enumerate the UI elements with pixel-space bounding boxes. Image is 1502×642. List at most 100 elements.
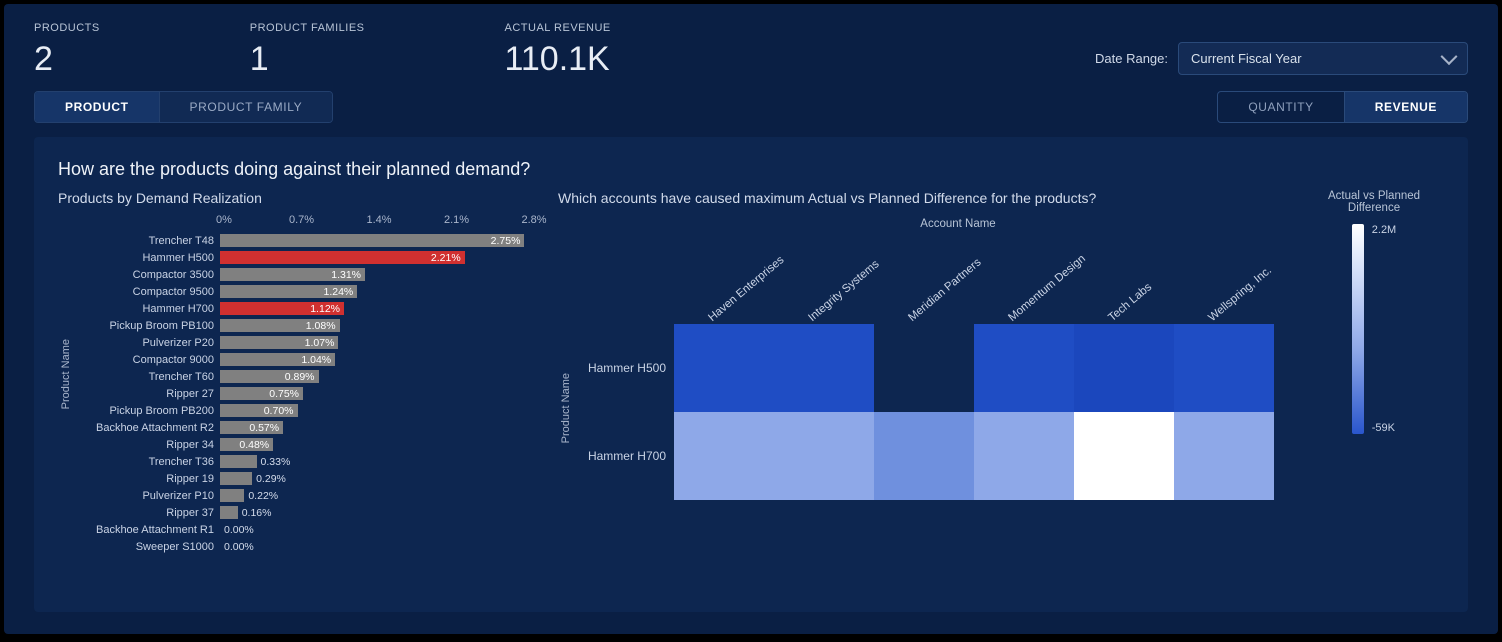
tab-product-family[interactable]: PRODUCT FAMILY	[159, 92, 333, 122]
header-row: PRODUCTS 2 PRODUCT FAMILIES 1 ACTUAL REV…	[4, 4, 1498, 87]
bar-row[interactable]: Hammer H700 1.12%	[74, 300, 538, 317]
heatmap-cell[interactable]	[674, 324, 774, 412]
bar-label: Backhoe Attachment R1	[74, 524, 220, 536]
bar-row[interactable]: Pickup Broom PB1001.08%	[74, 317, 538, 334]
bar-row[interactable]: Ripper 340.48%	[74, 436, 538, 453]
heatmap-chart: Which accounts have caused maximum Actua…	[558, 190, 1444, 594]
bar-value: 0.22%	[244, 490, 278, 502]
bar-y-axis-label: Product Name	[58, 339, 74, 409]
bar-row[interactable]: Pulverizer P10 0.22%	[74, 487, 538, 504]
bar-row[interactable]: Trencher T60 0.89%	[74, 368, 538, 385]
bar-fill: 0.70%	[220, 404, 298, 417]
date-range-value: Current Fiscal Year	[1191, 51, 1302, 66]
tab-product[interactable]: PRODUCT	[35, 92, 159, 122]
bar-row[interactable]: Backhoe Attachment R20.57%	[74, 419, 538, 436]
heatmap-cell[interactable]	[974, 412, 1074, 500]
bar-label: Hammer H500	[74, 252, 220, 264]
bar-track: 0.33%	[220, 455, 530, 468]
bar-row[interactable]: Backhoe Attachment R10.00%	[74, 521, 538, 538]
bar-fill: 0.75%	[220, 387, 303, 400]
heatmap-cell[interactable]	[1174, 324, 1274, 412]
bar-label: Pickup Broom PB100	[74, 320, 220, 332]
heatmap-row-label: Hammer H700	[574, 449, 674, 463]
bar-row[interactable]: Sweeper S10000.00%	[74, 538, 538, 555]
bar-row[interactable]: Compactor 95001.24%	[74, 283, 538, 300]
kpi-revenue-label: ACTUAL REVENUE	[505, 22, 611, 34]
legend-title: Actual vs Planned Difference	[1304, 190, 1444, 214]
bar-value: 1.12%	[310, 303, 340, 315]
bar-track: 1.24%	[220, 285, 530, 298]
heatmap-col-header: Momentum Design	[1006, 251, 1090, 324]
bar-chart-subtitle: Products by Demand Realization	[58, 190, 538, 206]
heatmap-col-header: Integrity Systems	[806, 251, 890, 324]
bar-label: Ripper 19	[74, 473, 220, 485]
heatmap-cell[interactable]	[674, 412, 774, 500]
heatmap-rows: Hammer H500Hammer H700	[574, 324, 1274, 500]
heatmap-col-header: Wellspring, Inc.	[1206, 251, 1290, 324]
legend-color-bar	[1352, 224, 1364, 434]
bar-fill: 1.07%	[220, 336, 338, 349]
bar-label: Sweeper S1000	[74, 541, 220, 553]
date-range-label: Date Range:	[1095, 51, 1168, 66]
bar-track: 0.57%	[220, 421, 530, 434]
date-range-select[interactable]: Current Fiscal Year	[1178, 42, 1468, 75]
tab-revenue[interactable]: REVENUE	[1344, 92, 1467, 122]
bar-label: Compactor 9500	[74, 286, 220, 298]
bar-label: Hammer H700	[74, 303, 220, 315]
bar-track: 0.00%	[220, 540, 530, 553]
bar-track: 1.08%	[220, 319, 530, 332]
heatmap-cell[interactable]	[774, 412, 874, 500]
bars-list: Trencher T482.75% Hammer H500 2.21% Compact…	[74, 232, 538, 555]
heatmap-col-header: Meridian Partners	[906, 251, 990, 324]
bar-row[interactable]: Pickup Broom PB2000.70%	[74, 402, 538, 419]
bar-x-tick: 2.8%	[521, 214, 546, 226]
bar-value: 0.29%	[252, 473, 286, 485]
bar-fill: 1.08%	[220, 319, 340, 332]
bar-label: Trencher T36	[74, 456, 220, 468]
heatmap-cell[interactable]	[1174, 412, 1274, 500]
bar-value: 2.21%	[431, 252, 461, 264]
bar-label: Pulverizer P20	[74, 337, 220, 349]
bar-track: 0.48%	[220, 438, 530, 451]
kpi-products-value: 2	[34, 40, 100, 79]
heatmap-cell[interactable]	[774, 324, 874, 412]
product-tab-group: PRODUCT PRODUCT FAMILY	[34, 91, 333, 123]
bar-label: Pulverizer P10	[74, 490, 220, 502]
tab-quantity[interactable]: QUANTITY	[1218, 92, 1343, 122]
tabs-row: PRODUCT PRODUCT FAMILY QUANTITY REVENUE	[4, 87, 1498, 123]
kpi-revenue-value: 110.1K	[505, 40, 611, 79]
bar-row[interactable]: Compactor 90001.04%	[74, 351, 538, 368]
bar-value: 0.16%	[238, 507, 272, 519]
bar-x-tick: 0%	[216, 214, 232, 226]
bar-label: Compactor 9000	[74, 354, 220, 366]
metric-tab-group: QUANTITY REVENUE	[1217, 91, 1468, 123]
bar-fill: 1.31%	[220, 268, 365, 281]
heatmap-cell[interactable]	[874, 412, 974, 500]
bar-fill	[220, 455, 257, 468]
bar-row[interactable]: Ripper 19 0.29%	[74, 470, 538, 487]
heatmap-legend: Actual vs Planned Difference 2.2M -59K	[1304, 190, 1444, 434]
heatmap-cell[interactable]	[1074, 324, 1174, 412]
heatmap-cell[interactable]	[1074, 412, 1174, 500]
bar-value: 0.00%	[220, 541, 254, 553]
kpi-products-label: PRODUCTS	[34, 22, 100, 34]
bar-x-tick: 1.4%	[366, 214, 391, 226]
bar-row[interactable]: Hammer H500 2.21%	[74, 249, 538, 266]
bar-track: 0.16%	[220, 506, 530, 519]
bar-label: Trencher T48	[74, 235, 220, 247]
bar-label: Trencher T60	[74, 371, 220, 383]
bar-track: 0.70%	[220, 404, 530, 417]
bar-value: 0.89%	[285, 371, 315, 383]
bar-row[interactable]: Ripper 270.75%	[74, 385, 538, 402]
bar-row[interactable]: Ripper 370.16%	[74, 504, 538, 521]
bar-track: 0.89%	[220, 370, 530, 383]
bar-row[interactable]: Trencher T482.75%	[74, 232, 538, 249]
bar-row[interactable]: Pulverizer P201.07%	[74, 334, 538, 351]
bar-row[interactable]: Trencher T360.33%	[74, 453, 538, 470]
heatmap-cell[interactable]	[874, 324, 974, 412]
date-range-control: Date Range: Current Fiscal Year	[1095, 42, 1468, 75]
heatmap-cell[interactable]	[974, 324, 1074, 412]
bar-x-tick: 0.7%	[289, 214, 314, 226]
heatmap-col-header: Tech Labs	[1106, 251, 1190, 324]
bar-row[interactable]: Compactor 35001.31%	[74, 266, 538, 283]
